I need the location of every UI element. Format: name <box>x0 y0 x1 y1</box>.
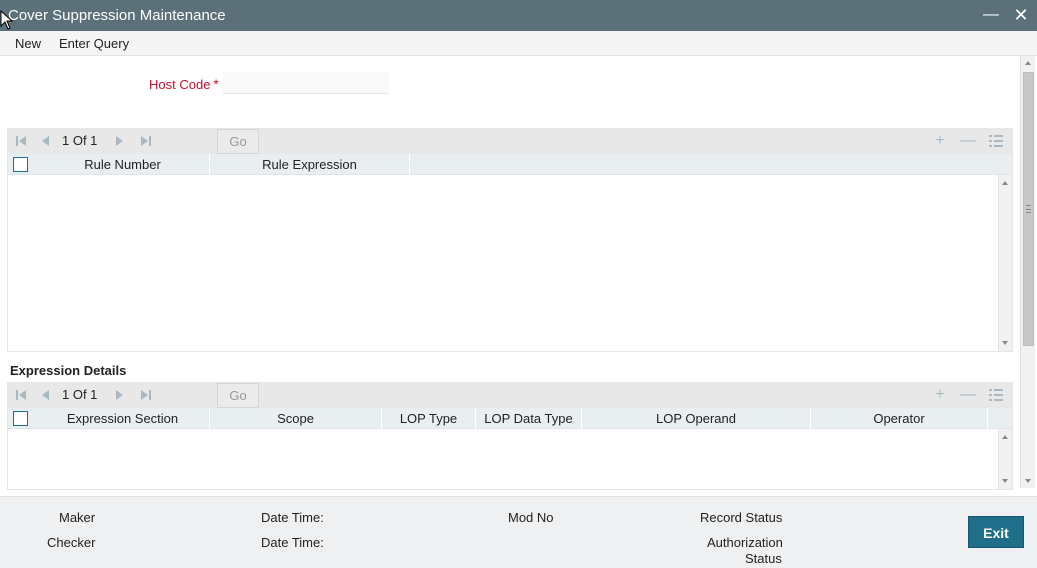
minimize-button[interactable]: — <box>980 4 1002 26</box>
single-view-icon[interactable] <box>988 387 1004 403</box>
exit-button[interactable]: Exit <box>968 516 1024 548</box>
single-view-icon[interactable] <box>988 133 1004 149</box>
column-header-rule-number[interactable]: Rule Number <box>36 154 210 175</box>
enter-query-menu-item[interactable]: Enter Query <box>59 36 129 51</box>
expression-grid-scrollbar[interactable] <box>998 429 1012 489</box>
grip-icon <box>1026 205 1031 213</box>
scroll-down-icon[interactable] <box>1025 479 1031 483</box>
rules-grid-toolbar: 1 Of 1 Go + — <box>8 129 1012 154</box>
delete-row-icon[interactable]: — <box>960 387 976 403</box>
previous-page-icon[interactable] <box>39 389 51 401</box>
next-page-icon[interactable] <box>114 135 126 147</box>
expression-go-button[interactable]: Go <box>217 383 259 408</box>
main-content: Host Code * 1 Of 1 Go + — Rule Number Rul… <box>0 56 1020 496</box>
checker-label: Checker <box>47 535 96 550</box>
column-header-operator[interactable]: Operator <box>811 408 988 429</box>
main-scrollbar[interactable] <box>1020 56 1035 488</box>
column-header-scope[interactable]: Scope <box>210 408 382 429</box>
expression-pager-text: 1 Of 1 <box>62 387 98 402</box>
expression-details-grid: 1 Of 1 Go + — Expression Section Scope L… <box>7 382 1013 490</box>
add-row-icon[interactable]: + <box>932 387 948 403</box>
host-code-label: Host Code * <box>149 76 219 92</box>
scrollbar-thumb[interactable] <box>1023 72 1034 346</box>
expression-grid-header: Expression Section Scope LOP Type LOP Da… <box>8 408 1012 429</box>
first-page-icon[interactable] <box>15 389 27 401</box>
first-page-icon[interactable] <box>15 135 27 147</box>
expression-details-title: Expression Details <box>10 363 127 378</box>
column-header-expression-section[interactable]: Expression Section <box>36 408 210 429</box>
scroll-down-icon[interactable] <box>1002 479 1008 483</box>
add-row-icon[interactable]: + <box>932 133 948 149</box>
title-bar: Cover Suppression Maintenance — ✕ <box>0 0 1037 31</box>
expression-select-all-checkbox[interactable] <box>13 411 28 426</box>
mouse-pointer-icon <box>0 10 14 30</box>
new-menu-item[interactable]: New <box>15 36 41 51</box>
rules-pager-text: 1 Of 1 <box>62 133 98 148</box>
last-page-icon[interactable] <box>140 389 152 401</box>
rules-go-button[interactable]: Go <box>217 129 259 154</box>
menu-bar: New Enter Query <box>0 31 1037 56</box>
previous-page-icon[interactable] <box>39 135 51 147</box>
expression-grid-body <box>8 429 1012 489</box>
rules-grid-scrollbar[interactable] <box>998 175 1012 351</box>
maker-label: Maker <box>59 510 96 525</box>
maker-date-time-label: Date Time: <box>261 510 324 525</box>
column-header-lop-type[interactable]: LOP Type <box>382 408 476 429</box>
scroll-up-icon[interactable] <box>1025 61 1031 65</box>
rules-grid-header: Rule Number Rule Expression <box>8 154 1012 175</box>
record-status-label: Record Status <box>700 510 783 525</box>
mod-no-label: Mod No <box>508 510 554 525</box>
required-marker: * <box>213 76 219 92</box>
scroll-up-icon[interactable] <box>1002 435 1008 439</box>
audit-footer: Maker Checker Date Time: Date Time: Mod … <box>0 496 1037 568</box>
column-header-rule-expression[interactable]: Rule Expression <box>210 154 410 175</box>
host-code-input[interactable] <box>223 72 389 94</box>
close-button[interactable]: ✕ <box>1010 4 1032 26</box>
rules-grid: 1 Of 1 Go + — Rule Number Rule Expressio… <box>7 128 1013 352</box>
authorization-status-label-line2: Status <box>745 551 782 566</box>
delete-row-icon[interactable]: — <box>960 133 976 149</box>
expression-grid-toolbar: 1 Of 1 Go + — <box>8 383 1012 408</box>
rules-grid-body <box>8 175 1012 351</box>
last-page-icon[interactable] <box>140 135 152 147</box>
scroll-down-icon[interactable] <box>1002 341 1008 345</box>
next-page-icon[interactable] <box>114 389 126 401</box>
column-header-lop-operand[interactable]: LOP Operand <box>582 408 811 429</box>
window-title: Cover Suppression Maintenance <box>8 7 226 24</box>
column-header-lop-data-type[interactable]: LOP Data Type <box>476 408 582 429</box>
scroll-up-icon[interactable] <box>1002 181 1008 185</box>
rules-select-all-checkbox[interactable] <box>13 157 28 172</box>
checker-date-time-label: Date Time: <box>261 535 324 550</box>
authorization-status-label: Authorization <box>707 535 783 550</box>
